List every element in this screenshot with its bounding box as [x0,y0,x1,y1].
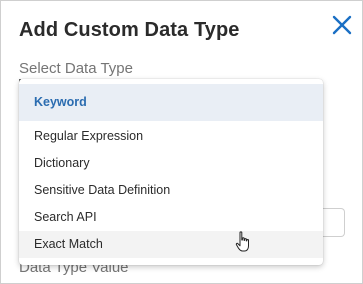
option-sensitive-data-definition[interactable]: Sensitive Data Definition [19,177,323,204]
close-button[interactable] [330,13,354,37]
dialog-title: Add Custom Data Type [19,19,240,41]
hand-pointer-cursor-icon [235,231,249,252]
option-exact-match[interactable]: Exact Match [19,231,323,258]
option-regular-expression[interactable]: Regular Expression [19,123,323,150]
add-custom-data-type-dialog: Add Custom Data Type Select Data Type Da… [0,0,363,284]
option-dictionary[interactable]: Dictionary [19,150,323,177]
close-icon [332,15,352,35]
select-data-type-label: Select Data Type [19,60,133,77]
option-keyword[interactable]: Keyword [19,84,323,121]
option-search-api[interactable]: Search API [19,204,323,231]
data-type-dropdown-menu: Keyword Regular Expression Dictionary Se… [19,79,323,265]
